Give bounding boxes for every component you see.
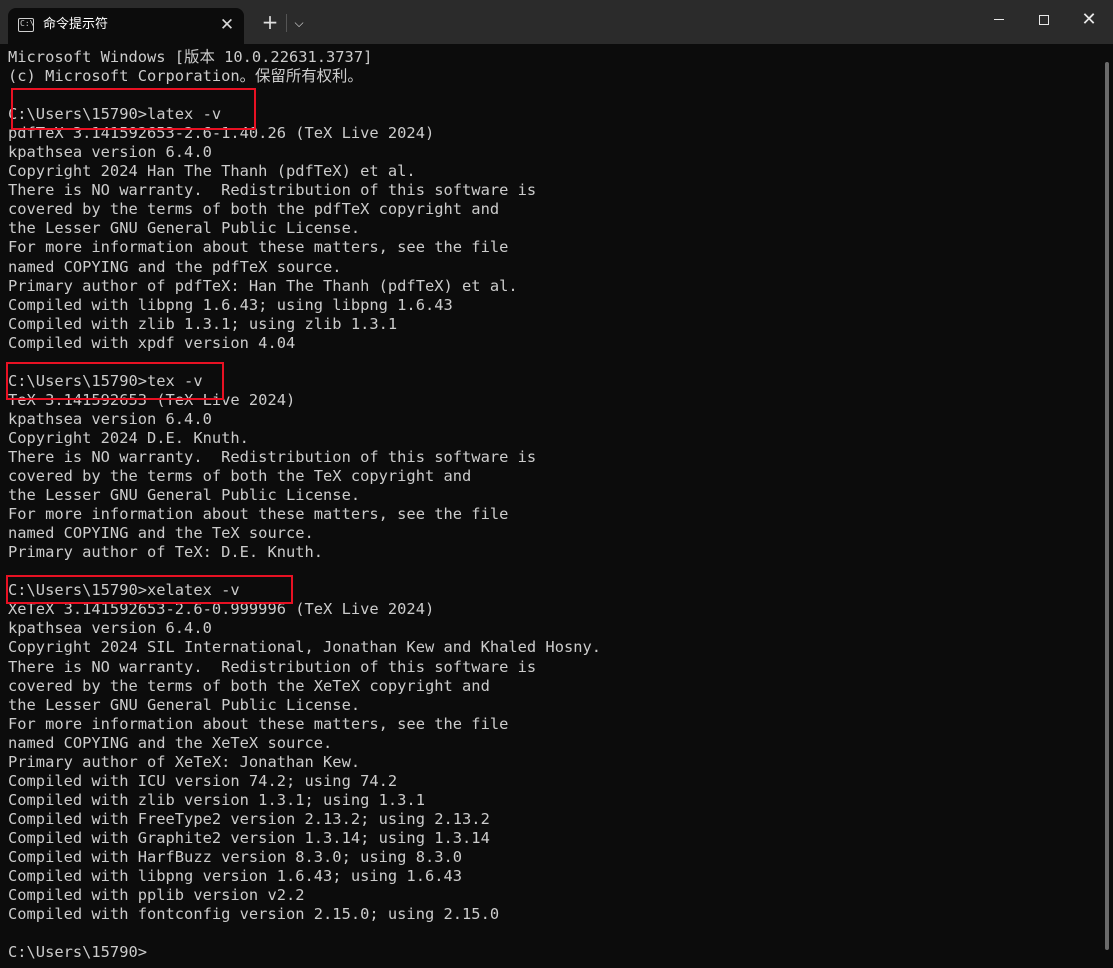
close-window-button[interactable]: ✕	[1066, 0, 1112, 40]
console-line: covered by the terms of both the XeTeX c…	[8, 676, 490, 695]
minimize-button[interactable]	[976, 0, 1022, 40]
console-line: named COPYING and the pdfTeX source.	[8, 257, 342, 276]
highlight-box-latex-command	[11, 88, 256, 130]
console-line: kpathsea version 6.4.0	[8, 619, 212, 638]
console-line: Compiled with zlib 1.3.1; using zlib 1.3…	[8, 314, 398, 333]
console-line: named COPYING and the XeTeX source.	[8, 733, 333, 752]
console-line: named COPYING and the TeX source.	[8, 524, 314, 543]
console-line: the Lesser GNU General Public License.	[8, 486, 361, 505]
console-line: Compiled with Graphite2 version 1.3.14; …	[8, 828, 490, 847]
console-line: For more information about these matters…	[8, 505, 509, 524]
maximize-button[interactable]	[1021, 0, 1067, 40]
console-line: covered by the terms of both the TeX cop…	[8, 467, 472, 486]
console-line: There is NO warranty. Redistribution of …	[8, 447, 537, 466]
tab-title: 命令提示符	[43, 17, 109, 32]
console-line: Compiled with libpng version 1.6.43; usi…	[8, 867, 463, 886]
console-line: Primary author of TeX: D.E. Knuth.	[8, 543, 324, 562]
console-line: Primary author of XeTeX: Jonathan Kew.	[8, 752, 361, 771]
terminal-viewport[interactable]: Microsoft Windows [版本 10.0.22631.3737] (c…	[0, 44, 1113, 968]
console-line: Compiled with ICU version 74.2; using 74…	[8, 771, 398, 790]
tab-dropdown-button[interactable]: ⌵	[290, 12, 308, 32]
title-bar: C:\ 命令提示符 ✕ + ⌵ ✕	[0, 0, 1113, 44]
tab-command-prompt[interactable]: C:\ 命令提示符 ✕	[8, 8, 244, 44]
chevron-down-icon: ⌵	[294, 16, 304, 30]
console-line: kpathsea version 6.4.0	[8, 409, 212, 428]
new-tab-button[interactable]: +	[258, 11, 282, 35]
console-line: covered by the terms of both the pdfTeX …	[8, 200, 500, 219]
console-line: Compiled with xpdf version 4.04	[8, 333, 296, 352]
console-line: Primary author of pdfTeX: Han The Thanh …	[8, 276, 518, 295]
plus-icon: +	[261, 10, 279, 34]
maximize-icon	[1039, 15, 1049, 25]
console-line: kpathsea version 6.4.0	[8, 143, 212, 162]
console-line: There is NO warranty. Redistribution of …	[8, 181, 537, 200]
console-line: C:\Users\15790>	[8, 943, 147, 962]
console-line: Copyright 2024 SIL International, Jonath…	[8, 638, 602, 657]
console-line: Compiled with fontconfig version 2.15.0;…	[8, 905, 500, 924]
console-line: Compiled with libpng 1.6.43; using libpn…	[8, 295, 453, 314]
console-line: Copyright 2024 D.E. Knuth.	[8, 428, 249, 447]
console-line: the Lesser GNU General Public License.	[8, 219, 361, 238]
console-line: Compiled with FreeType2 version 2.13.2; …	[8, 809, 490, 828]
highlight-box-tex-command	[6, 362, 224, 400]
console-line: (c) Microsoft Corporation。保留所有权利。	[8, 67, 363, 86]
console-line: Copyright 2024 Han The Thanh (pdfTeX) et…	[8, 162, 416, 181]
console-line: For more information about these matters…	[8, 714, 509, 733]
console-line: For more information about these matters…	[8, 238, 509, 257]
console-output: Microsoft Windows [版本 10.0.22631.3737] (c…	[8, 48, 1103, 962]
minimize-icon	[994, 19, 1004, 20]
close-tab-icon[interactable]: ✕	[218, 16, 236, 34]
close-icon: ✕	[1081, 9, 1097, 30]
console-line: Compiled with HarfBuzz version 8.3.0; us…	[8, 847, 463, 866]
terminal-icon: C:\	[18, 18, 34, 32]
console-line: Microsoft Windows [版本 10.0.22631.3737]	[8, 48, 373, 66]
tab-divider	[286, 14, 287, 32]
console-line: Compiled with pplib version v2.2	[8, 886, 305, 905]
console-line: Compiled with zlib version 1.3.1; using …	[8, 790, 425, 809]
scrollbar-thumb[interactable]	[1105, 62, 1109, 950]
highlight-box-xelatex-command	[6, 575, 293, 604]
terminal-icon-glyph: C:\	[20, 19, 35, 28]
scrollbar[interactable]	[1104, 44, 1111, 968]
console-line: There is NO warranty. Redistribution of …	[8, 657, 537, 676]
console-line: the Lesser GNU General Public License.	[8, 695, 361, 714]
